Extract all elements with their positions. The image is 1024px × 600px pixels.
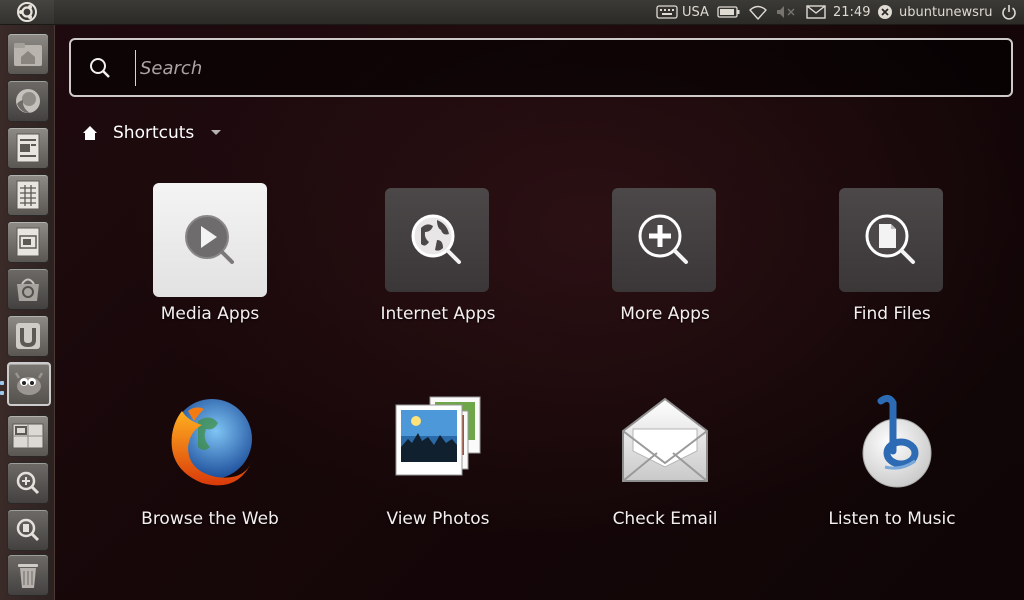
banshee-icon — [862, 394, 932, 488]
clock[interactable]: 21:49 — [833, 0, 870, 24]
shortcut-media-apps[interactable]: Media Apps — [105, 180, 315, 330]
photos-icon — [395, 396, 481, 476]
launcher-ubuntu-one[interactable] — [7, 315, 49, 357]
tile-label: Find Files — [853, 304, 931, 324]
tile-label: Browse the Web — [141, 509, 279, 529]
session-menu[interactable] — [1001, 0, 1017, 24]
shortcut-view-photos[interactable]: View Photos — [333, 387, 543, 537]
globe-search-icon — [411, 214, 461, 264]
running-indicator — [0, 391, 4, 395]
envelope-icon — [622, 397, 708, 482]
ubuntu-one-icon — [16, 323, 40, 349]
tile-label: View Photos — [386, 509, 490, 529]
network-indicator[interactable] — [748, 0, 768, 24]
shortcut-check-email[interactable]: Check Email — [560, 387, 770, 537]
find-files-tile — [839, 188, 943, 292]
ubuntu-logo-icon — [17, 2, 37, 22]
launcher-gimp[interactable] — [7, 362, 51, 406]
trash-icon — [18, 564, 38, 588]
tile-label: Listen to Music — [828, 509, 956, 529]
music-app-icon — [845, 391, 941, 491]
spreadsheet-icon — [16, 180, 40, 210]
launcher-impress[interactable] — [7, 221, 49, 263]
launcher-apps-lens[interactable] — [7, 462, 49, 504]
mail-icon — [806, 5, 826, 19]
email-app-icon — [617, 393, 713, 489]
files-lens-icon — [16, 518, 40, 542]
launcher-files-lens[interactable] — [7, 509, 49, 551]
gimp-icon — [14, 372, 44, 395]
internet-apps-tile — [385, 188, 489, 292]
launcher-calc[interactable] — [7, 174, 49, 216]
search-box[interactable] — [69, 38, 1013, 97]
tile-label: More Apps — [620, 304, 710, 324]
ubuntu-logo-button[interactable] — [0, 0, 54, 24]
battery-indicator[interactable] — [717, 0, 741, 24]
tile-label: Check Email — [612, 509, 718, 529]
firefox-app-icon — [158, 391, 262, 495]
launcher-firefox[interactable] — [7, 80, 49, 122]
home-folder-icon — [14, 43, 42, 66]
software-center-icon — [17, 278, 39, 301]
lens-filter-dropdown[interactable]: Shortcuts — [81, 121, 222, 145]
keyboard-layout-label: USA — [682, 4, 709, 20]
top-panel: USA 21:49 ubuntunewsru — [0, 0, 1024, 25]
workspace-switcher-icon — [12, 423, 44, 449]
search-input[interactable] — [135, 50, 1002, 86]
shortcut-listen-music[interactable]: Listen to Music — [787, 387, 997, 537]
launcher — [0, 25, 55, 600]
username-label: ubuntunewsru — [899, 4, 993, 20]
shortcut-browse-web[interactable]: Browse the Web — [105, 387, 315, 537]
media-play-icon — [185, 215, 234, 264]
tile-label: Media Apps — [160, 304, 260, 324]
filter-label: Shortcuts — [113, 123, 195, 143]
running-indicator — [0, 381, 4, 385]
home-icon — [83, 126, 97, 140]
battery-icon — [717, 6, 740, 18]
user-status-icon — [878, 5, 892, 19]
shortcut-internet-apps[interactable]: Internet Apps — [333, 180, 543, 330]
clock-label: 21:49 — [833, 4, 871, 20]
messaging-indicator[interactable] — [806, 0, 826, 24]
apps-lens-icon — [16, 471, 40, 495]
keyboard-icon — [656, 5, 678, 19]
wifi-icon — [749, 5, 767, 20]
more-apps-tile — [612, 188, 716, 292]
photos-app-icon — [388, 389, 488, 489]
document-icon — [16, 133, 40, 163]
shortcut-find-files[interactable]: Find Files — [787, 180, 997, 330]
launcher-workspaces[interactable] — [7, 415, 49, 457]
tile-label: Internet Apps — [380, 304, 496, 324]
launcher-writer[interactable] — [7, 127, 49, 169]
presentation-icon — [16, 227, 40, 257]
power-icon — [1002, 5, 1016, 20]
media-apps-tile — [153, 183, 267, 297]
search-icon — [90, 58, 110, 78]
plus-search-icon — [638, 214, 688, 264]
firefox-icon — [171, 399, 252, 486]
user-menu[interactable]: ubuntunewsru — [877, 0, 993, 24]
dash: Shortcuts Media Apps Internet — [55, 25, 1024, 600]
shortcut-more-apps[interactable]: More Apps — [560, 180, 770, 330]
sound-indicator[interactable] — [776, 0, 796, 24]
chevron-down-icon — [211, 130, 222, 135]
launcher-software-center[interactable] — [7, 268, 49, 310]
volume-muted-icon — [777, 6, 795, 18]
firefox-icon — [16, 89, 40, 113]
file-search-icon — [865, 214, 915, 264]
launcher-trash[interactable] — [7, 554, 49, 596]
launcher-home-folder[interactable] — [7, 33, 49, 75]
keyboard-indicator[interactable]: USA — [656, 0, 709, 24]
